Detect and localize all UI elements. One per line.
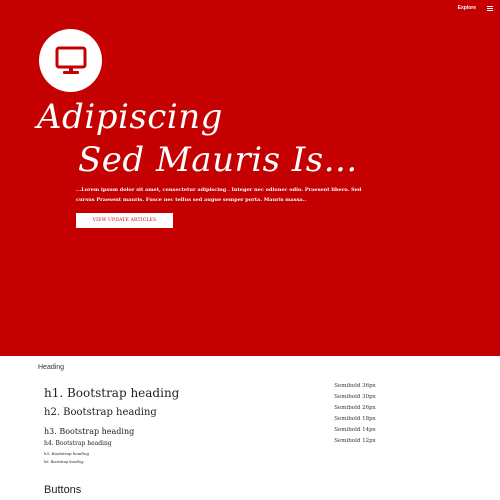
hamburger-icon[interactable] — [487, 6, 493, 11]
font-size-list: Semibold 36px Semibold 30px Semibold 26p… — [330, 381, 380, 447]
h3-sample: h3. Bootstrap heading — [44, 427, 135, 436]
heading-section-title: Heading — [38, 364, 65, 371]
h2-sample: h2. Bootstrap heading — [44, 407, 157, 418]
size-label: Semibold 12px — [334, 438, 376, 444]
h6-sample: h6. Bootstrap heading — [44, 460, 84, 464]
size-label: Semibold 30px — [334, 394, 376, 400]
hero-section: Explore Adipiscing Sed Mauris Is... ...L… — [0, 0, 500, 356]
size-label: Semibold 26px — [334, 405, 376, 411]
explore-link[interactable]: Explore — [458, 5, 476, 11]
h4-sample: h4. Bootstrap heading — [44, 440, 112, 447]
buttons-section-title: Buttons — [44, 484, 82, 496]
size-label: Semibold 18px — [334, 416, 376, 422]
hero-description: ...Lorem ipsum dolor sit amet, consectet… — [76, 187, 362, 203]
h5-sample: h5. Bootstrap heading — [44, 451, 90, 456]
h1-sample: h1. Bootstrap heading — [44, 386, 180, 400]
monitor-icon — [55, 46, 86, 74]
hero-title-line-2: Sed Mauris Is... — [78, 140, 358, 180]
view-update-articles-button[interactable]: VIEW UPDATE ARTICLES — [76, 213, 173, 228]
size-label: Semibold 14px — [334, 427, 376, 433]
size-label: Semibold 36px — [334, 383, 376, 389]
logo-badge — [39, 29, 102, 92]
hero-title-line-1: Adipiscing — [37, 97, 223, 137]
